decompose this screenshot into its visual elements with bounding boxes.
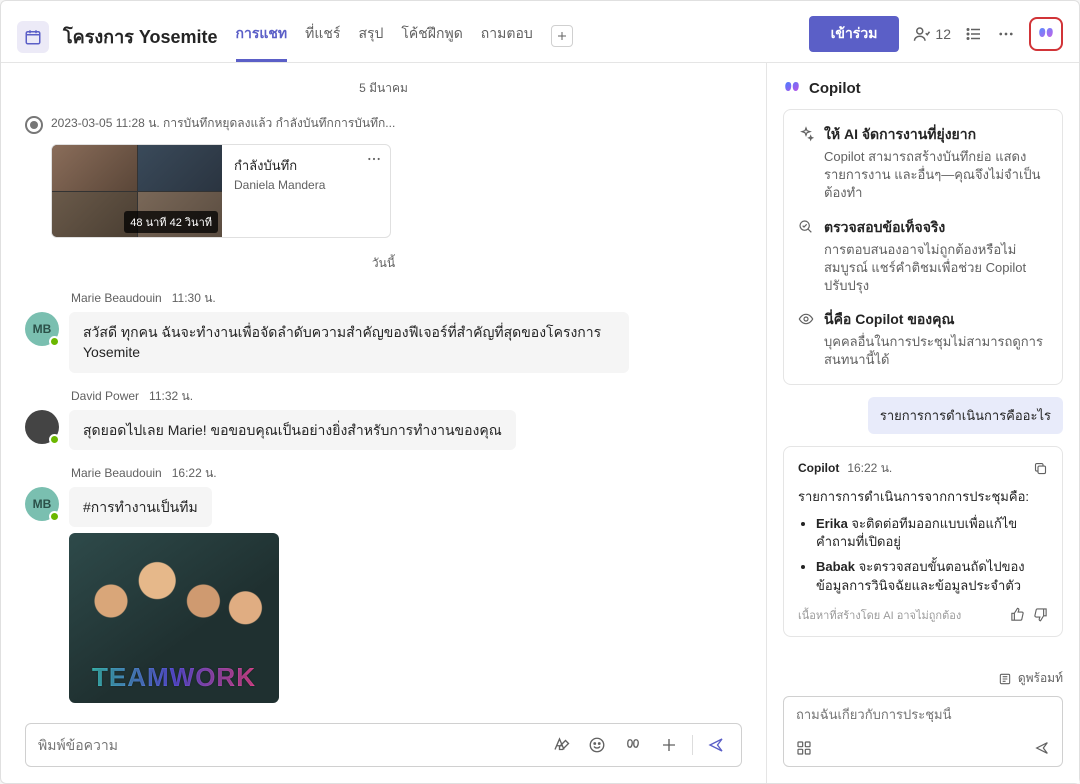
copilot-reply-lead: รายการการดำเนินการจากการประชุมคือ: (798, 486, 1048, 507)
recording-meta-row: 2023-03-05 11:28 น. การบันทึกหยุดลงแล้ว … (25, 114, 742, 134)
message-input[interactable] (38, 737, 538, 753)
copilot-compose-icon[interactable] (620, 734, 646, 756)
prompt-grid-icon[interactable] (796, 740, 812, 756)
intro-item-desc: การตอบสนองอาจไม่ถูกต้องหรือไม่สมบูรณ์ แช… (824, 241, 1048, 296)
message-author: Marie Beaudouin (71, 291, 162, 305)
gif-caption: TEAMWORK (92, 662, 256, 693)
recording-more-icon[interactable] (366, 151, 382, 167)
intro-item-title: นี่คือ Copilot ของคุณ (824, 309, 1048, 331)
avatar[interactable]: MB (25, 312, 59, 346)
list-item: Babak จะตรวจสอบขั้นตอนถัดไปของข้อมูลการว… (816, 558, 1048, 596)
copilot-title: Copilot (809, 80, 861, 97)
meeting-icon (17, 21, 49, 53)
copilot-reply-author: Copilot (798, 461, 839, 475)
send-icon[interactable] (703, 734, 729, 756)
more-button[interactable] (997, 25, 1015, 43)
intro-item-title: ตรวจสอบข้อเท็จจริง (824, 217, 1048, 239)
list-button[interactable] (965, 25, 983, 43)
message-group: Marie Beaudouin 11:30 น. MB สวัสดี ทุกคน… (25, 289, 742, 373)
recording-indicator-icon (25, 116, 43, 134)
recording-thumbnail: 48 นาที 42 วินาที (52, 145, 222, 237)
message-time: 11:32 น. (149, 387, 193, 406)
message-group: David Power 11:32 น. สุดยอดไปเลย Marie! … (25, 387, 742, 450)
presence-icon (49, 434, 60, 445)
compose-box[interactable] (25, 723, 742, 767)
copilot-reply-time: 16:22 น. (847, 459, 892, 478)
recording-duration: 48 นาที 42 วินาที (124, 211, 218, 233)
tabs: การแชท ที่แชร์ สรุป โค้ชฝึกพูด ถามตอบ (236, 11, 573, 62)
message-time: 16:22 น. (172, 464, 217, 483)
gif-attachment[interactable]: TEAMWORK (69, 533, 279, 703)
avatar[interactable]: MB (25, 487, 59, 521)
date-separator: 5 มีนาคม (25, 79, 742, 98)
recording-card[interactable]: 48 นาที 42 วินาที กำลังบันทึก Daniela Ma… (51, 144, 391, 238)
thumbs-up-icon[interactable] (1010, 607, 1025, 622)
copilot-intro-card: ให้ AI จัดการงานที่ยุ่งยากCopilot สามารถ… (783, 109, 1063, 385)
intro-item-title: ให้ AI จัดการงานที่ยุ่งยาก (824, 124, 1048, 146)
sparkle-icon (798, 126, 814, 203)
send-icon[interactable] (1034, 740, 1050, 756)
copilot-user-message: รายการการดำเนินการคืออะไร (783, 397, 1063, 434)
page-title: โครงการ Yosemite (63, 22, 218, 51)
avatar[interactable] (25, 410, 59, 444)
participants-count: 12 (935, 26, 951, 42)
message-bubble: สวัสดี ทุกคน ฉันจะทำงานเพื่อจัดลำดับความ… (69, 312, 629, 373)
participants-button[interactable]: 12 (913, 25, 951, 43)
tab-shared[interactable]: ที่แชร์ (305, 11, 340, 62)
tab-coach[interactable]: โค้ชฝึกพูด (401, 11, 462, 62)
copilot-compose[interactable] (783, 696, 1063, 767)
format-icon[interactable] (548, 734, 574, 756)
message-author: Marie Beaudouin (71, 466, 162, 480)
user-message-bubble: รายการการดำเนินการคืออะไร (868, 397, 1063, 434)
search-check-icon (798, 219, 814, 296)
message-time: 11:30 น. (172, 289, 216, 308)
tab-chat[interactable]: การแชท (236, 11, 288, 62)
chat-pane: 5 มีนาคม 2023-03-05 11:28 น. การบันทึกหย… (1, 63, 767, 783)
add-tab-button[interactable] (551, 25, 573, 47)
header: โครงการ Yosemite การแชท ที่แชร์ สรุป โค้… (1, 1, 1079, 63)
intro-item-desc: บุคคลอื่นในการประชุมไม่สามารถดูการสนทนาน… (824, 333, 1048, 369)
recording-author: Daniela Mandera (234, 178, 378, 192)
date-separator: วันนี้ (25, 254, 742, 273)
message-author: David Power (71, 389, 139, 403)
copilot-toggle-button[interactable] (1029, 17, 1063, 51)
thumbs-down-icon[interactable] (1033, 607, 1048, 622)
emoji-icon[interactable] (584, 734, 610, 756)
join-button[interactable]: เข้าร่วม (809, 16, 900, 52)
copilot-input[interactable] (796, 707, 1050, 722)
copilot-reply-card: Copilot 16:22 น. รายการการดำเนินการจากกา… (783, 446, 1063, 637)
recording-meta-text: 2023-03-05 11:28 น. การบันทึกหยุดลงแล้ว … (51, 114, 742, 133)
presence-icon (49, 511, 60, 522)
copilot-pane: Copilot ให้ AI จัดการงานที่ยุ่งยากCopilo… (767, 63, 1079, 783)
presence-icon (49, 336, 60, 347)
recording-title: กำลังบันทึก (234, 155, 378, 176)
message-group: Marie Beaudouin 16:22 น. MB #การทำงานเป็… (25, 464, 742, 703)
intro-item-desc: Copilot สามารถสร้างบันทึกย่อ แสดงรายการง… (824, 148, 1048, 203)
message-bubble: #การทำงานเป็นทีม (69, 487, 212, 527)
action-items-list: Erika จะติดต่อทีมออกแบบเพื่อแก้ไขคำถามที… (798, 515, 1048, 596)
eye-icon (798, 311, 814, 369)
tab-summary[interactable]: สรุป (358, 11, 383, 62)
add-icon[interactable] (656, 734, 682, 756)
copilot-header: Copilot (767, 63, 1079, 109)
copilot-logo-icon (783, 79, 801, 97)
tab-qna[interactable]: ถามตอบ (481, 11, 533, 62)
list-item: Erika จะติดต่อทีมออกแบบเพื่อแก้ไขคำถามที… (816, 515, 1048, 553)
message-bubble: สุดยอดไปเลย Marie! ขอขอบคุณเป็นอย่างยิ่ง… (69, 410, 516, 450)
view-prompts-button[interactable]: ดูพร้อมท์ (767, 669, 1063, 688)
ai-disclaimer: เนื้อหาที่สร้างโดย AI อาจไม่ถูกต้อง (798, 606, 961, 624)
copy-icon[interactable] (1033, 461, 1048, 476)
